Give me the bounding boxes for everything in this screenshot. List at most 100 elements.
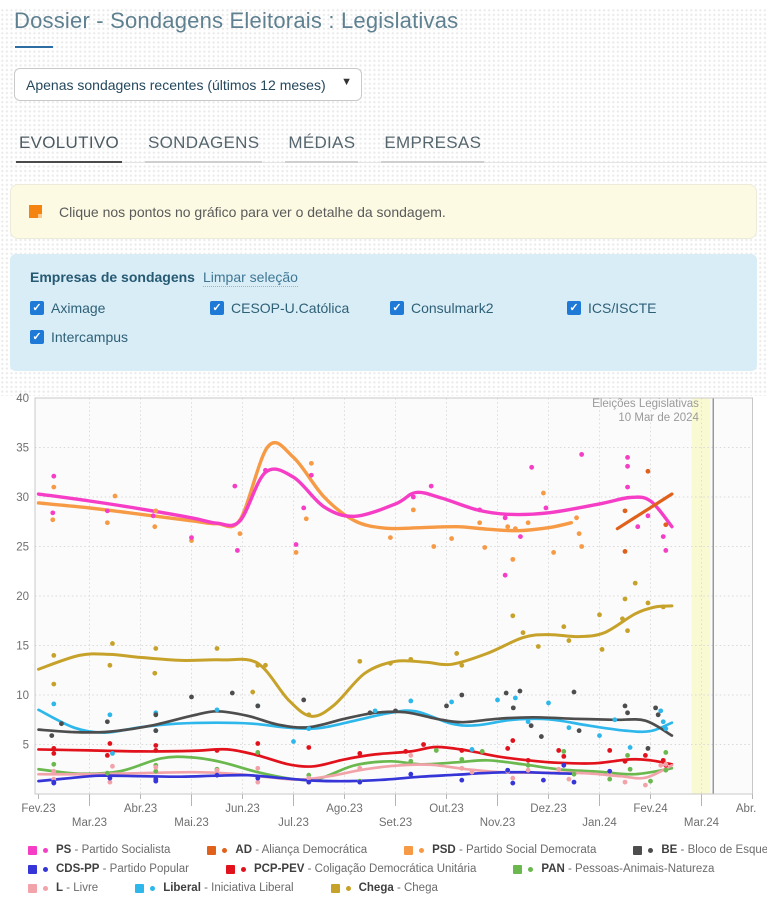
poll-point-chega[interactable]	[597, 612, 602, 617]
legend-item-ps[interactable]: PS - Partido Socialista	[28, 844, 170, 856]
poll-point-be[interactable]	[625, 710, 630, 715]
company-checkbox-consulmark2[interactable]: ✓Consulmark2	[390, 300, 567, 316]
poll-point-psd[interactable]	[50, 517, 55, 522]
poll-point-psd[interactable]	[238, 531, 243, 536]
poll-point-be[interactable]	[572, 690, 577, 695]
poll-point-livre[interactable]	[153, 765, 158, 770]
poll-point-pcp[interactable]	[505, 746, 510, 751]
poll-point-ps[interactable]	[294, 542, 299, 547]
poll-point-ps[interactable]	[503, 573, 508, 578]
poll-point-il[interactable]	[628, 745, 633, 750]
poll-point-chega[interactable]	[459, 663, 464, 668]
poll-point-be[interactable]	[459, 693, 464, 698]
poll-point-be[interactable]	[105, 719, 110, 724]
poll-point-pcp[interactable]	[421, 742, 426, 747]
poll-point-livre[interactable]	[470, 770, 475, 775]
poll-point-psd[interactable]	[388, 535, 393, 540]
poll-point-ad[interactable]	[646, 469, 651, 474]
poll-point-il[interactable]	[663, 726, 668, 731]
poll-point-pcp[interactable]	[306, 745, 311, 750]
poll-point-chega[interactable]	[620, 616, 625, 621]
poll-point-psd[interactable]	[309, 461, 314, 466]
poll-point-chega[interactable]	[250, 690, 255, 695]
poll-point-chega[interactable]	[152, 671, 157, 676]
poll-point-livre[interactable]	[510, 776, 515, 781]
poll-point-livre[interactable]	[357, 766, 362, 771]
poll-point-be[interactable]	[653, 705, 658, 710]
poll-point-pan[interactable]	[648, 779, 653, 784]
poll-point-ps[interactable]	[579, 452, 584, 457]
poll-point-cds[interactable]	[357, 780, 362, 785]
poll-point-pcp[interactable]	[607, 748, 612, 753]
poll-point-ad[interactable]	[663, 522, 668, 527]
tab-evolutivo[interactable]: EVOLUTIVO	[16, 133, 122, 163]
poll-point-pan[interactable]	[663, 750, 668, 755]
poll-point-chega[interactable]	[306, 712, 311, 717]
tab-empresas[interactable]: EMPRESAS	[381, 133, 484, 163]
legend-item-be[interactable]: BE - Bloco de Esquerda	[633, 844, 767, 856]
poll-point-il[interactable]	[470, 747, 475, 752]
poll-point-be[interactable]	[59, 721, 64, 726]
poll-point-ps[interactable]	[151, 513, 156, 518]
poll-point-pan[interactable]	[572, 772, 577, 777]
poll-point-il[interactable]	[408, 699, 413, 704]
poll-point-cds[interactable]	[255, 776, 260, 781]
poll-point-be[interactable]	[577, 728, 582, 733]
poll-point-ps[interactable]	[529, 465, 534, 470]
poll-point-pcp[interactable]	[623, 759, 628, 764]
poll-point-chega[interactable]	[567, 638, 572, 643]
poll-point-cds[interactable]	[459, 778, 464, 783]
poll-point-be[interactable]	[623, 703, 628, 708]
poll-point-chega[interactable]	[110, 641, 115, 646]
poll-point-be[interactable]	[368, 710, 373, 715]
poll-point-livre[interactable]	[526, 768, 531, 773]
poll-point-be[interactable]	[49, 733, 54, 738]
poll-point-chega[interactable]	[633, 581, 638, 586]
poll-point-psd[interactable]	[505, 524, 510, 529]
poll-point-be[interactable]	[656, 712, 661, 717]
poll-point-pan[interactable]	[408, 759, 413, 764]
checkbox-checked-icon[interactable]: ✓	[210, 301, 224, 315]
poll-point-il[interactable]	[526, 719, 531, 724]
poll-point-be[interactable]	[529, 723, 534, 728]
poll-point-pcp[interactable]	[510, 738, 515, 743]
poll-point-pan[interactable]	[51, 762, 56, 767]
poll-point-pan[interactable]	[628, 767, 633, 772]
poll-point-livre[interactable]	[643, 783, 648, 788]
poll-point-cds[interactable]	[306, 780, 311, 785]
poll-point-psd[interactable]	[510, 557, 515, 562]
poll-point-il[interactable]	[51, 702, 56, 707]
poll-point-pcp[interactable]	[51, 751, 56, 756]
poll-point-chega[interactable]	[408, 657, 413, 662]
poll-point-livre[interactable]	[459, 766, 464, 771]
poll-point-il[interactable]	[110, 751, 115, 756]
poll-point-be[interactable]	[255, 703, 260, 708]
poll-point-pan[interactable]	[459, 757, 464, 762]
poll-point-be[interactable]	[393, 708, 398, 713]
poll-point-chega[interactable]	[661, 604, 666, 609]
poll-point-il[interactable]	[215, 707, 220, 712]
legend-item-chega[interactable]: Chega - Chega	[331, 882, 438, 894]
poll-point-be[interactable]	[646, 746, 651, 751]
poll-point-il[interactable]	[597, 733, 602, 738]
checkbox-checked-icon[interactable]: ✓	[390, 301, 404, 315]
poll-point-chega[interactable]	[625, 628, 630, 633]
company-checkbox-cesop-u-cat-lica[interactable]: ✓CESOP-U.Católica	[210, 300, 390, 316]
poll-point-chega[interactable]	[510, 613, 515, 618]
poll-point-pcp[interactable]	[403, 749, 408, 754]
poll-point-psd[interactable]	[526, 520, 531, 525]
poll-point-chega[interactable]	[153, 646, 158, 651]
poll-point-psd[interactable]	[541, 491, 546, 496]
legend-item-pcp[interactable]: PCP-PEV - Coligação Democrática Unitária	[226, 863, 476, 875]
poll-point-cds[interactable]	[153, 779, 158, 784]
poll-point-ps[interactable]	[518, 534, 523, 539]
poll-point-psd[interactable]	[411, 507, 416, 512]
poll-point-pcp[interactable]	[556, 748, 561, 753]
poll-point-pan[interactable]	[663, 768, 668, 773]
poll-point-il[interactable]	[612, 717, 617, 722]
poll-point-psd[interactable]	[482, 545, 487, 550]
poll-point-cds[interactable]	[607, 769, 612, 774]
poll-point-livre[interactable]	[658, 763, 663, 768]
poll-point-ps[interactable]	[263, 468, 268, 473]
poll-point-ps[interactable]	[189, 535, 194, 540]
